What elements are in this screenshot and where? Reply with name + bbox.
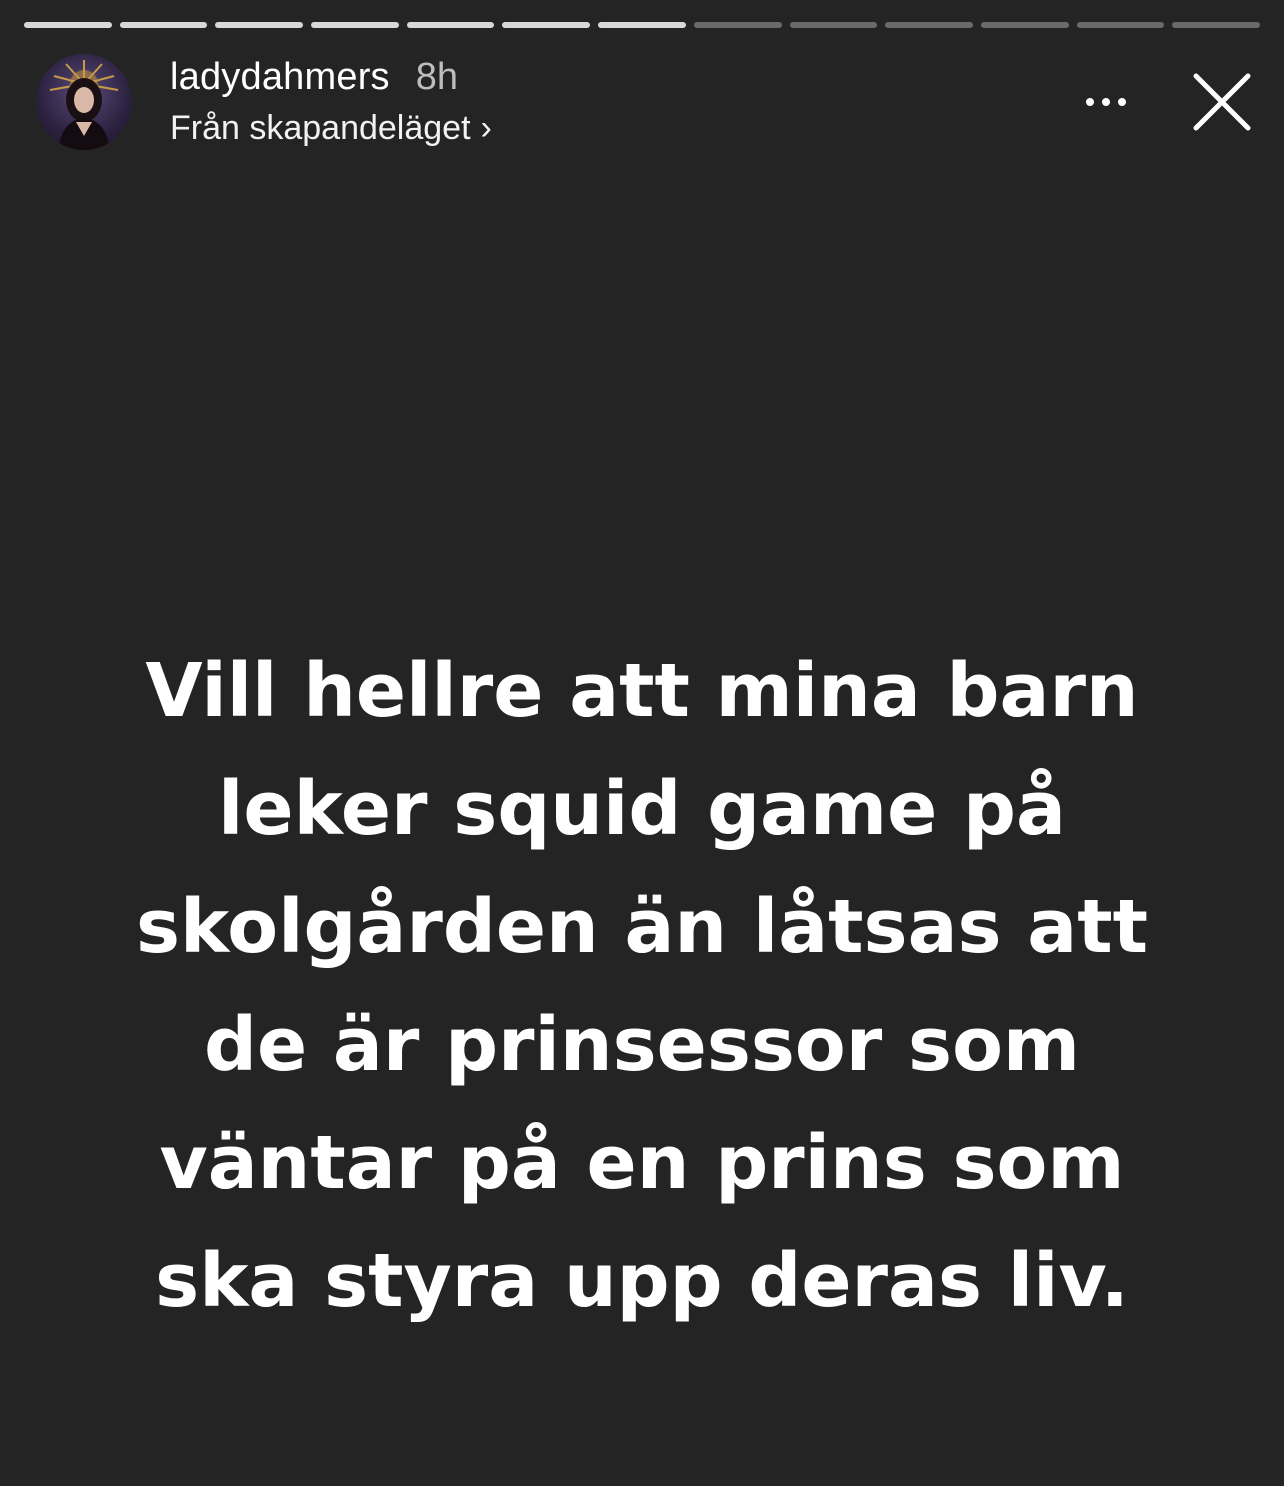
close-button[interactable] <box>1190 70 1254 134</box>
progress-segment <box>502 22 591 28</box>
close-icon <box>1193 73 1251 131</box>
progress-segment <box>598 22 686 28</box>
caption-line: väntar på en prins som <box>159 1120 1125 1206</box>
progress-segment <box>885 22 973 28</box>
progress-segment <box>789 22 878 28</box>
source-link[interactable]: Från skapandeläget › <box>170 104 492 152</box>
story-time: 8h <box>415 56 459 98</box>
caption-line: ska styra upp deras liv. <box>155 1238 1129 1324</box>
story-progress-bar <box>24 22 1260 28</box>
progress-segment <box>406 22 495 28</box>
caption-line: leker squid game på <box>218 766 1066 852</box>
username[interactable]: ladydahmers <box>170 56 390 99</box>
story-text-caption: Vill hellre att mina barn leker squid gam… <box>80 632 1204 1340</box>
more-options-button[interactable] <box>1076 78 1136 126</box>
story-header: ladydahmers 8h Från skapandeläget › <box>36 54 1254 154</box>
more-dot <box>1118 98 1126 106</box>
story-viewer[interactable]: ladydahmers 8h Från skapandeläget › Vill… <box>0 0 1284 1486</box>
progress-segment <box>311 22 399 28</box>
progress-segment <box>24 22 112 28</box>
caption-line: skolgården än låtsas att <box>135 884 1148 970</box>
more-horizontal-icon <box>1086 98 1094 106</box>
progress-segment <box>980 22 1069 28</box>
chevron-right-icon: › <box>480 108 492 147</box>
progress-segment <box>693 22 782 28</box>
caption-line: Vill hellre att mina barn <box>145 648 1139 734</box>
avatar-image <box>49 60 119 150</box>
more-dot <box>1102 98 1110 106</box>
progress-segment <box>1076 22 1165 28</box>
progress-segment <box>1172 22 1260 28</box>
source-label: Från skapandeläget <box>170 108 471 147</box>
user-info: ladydahmers 8h Från skapandeläget › <box>170 56 492 152</box>
profile-avatar[interactable] <box>36 54 132 150</box>
progress-segment <box>215 22 304 28</box>
caption-line: de är prinsessor som <box>203 1002 1081 1088</box>
progress-segment <box>119 22 208 28</box>
